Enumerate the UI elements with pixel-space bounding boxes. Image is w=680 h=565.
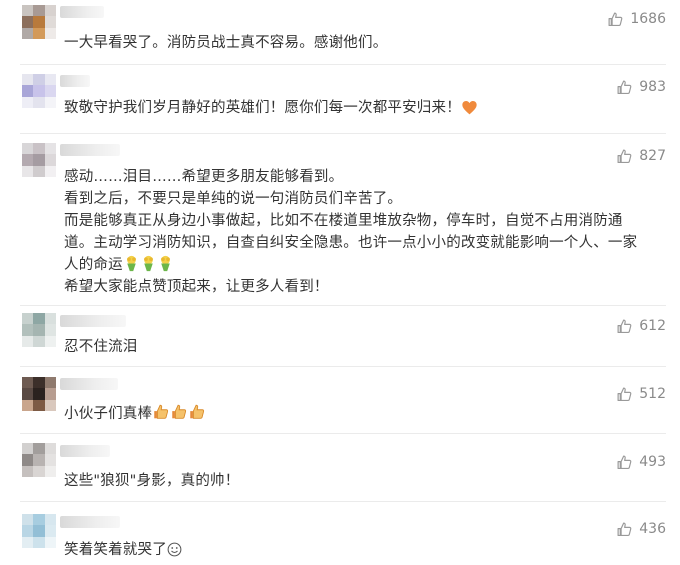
comment-item: 感动……泪目……希望更多朋友能够看到。 看到之后，不要只是单纯的说一句消防员们辛… bbox=[0, 133, 680, 305]
comment-text: 小伙子们真棒 bbox=[64, 403, 650, 425]
comment-list: 一大早看哭了。消防员战士真不容易。感谢他们。 1686 致敬守护我们岁月静好的英… bbox=[0, 0, 680, 565]
comment-text: 这些"狼狈"身影，真的帅！ bbox=[64, 473, 240, 489]
avatar[interactable] bbox=[22, 377, 56, 411]
username-blurred[interactable] bbox=[60, 6, 104, 18]
avatar[interactable] bbox=[22, 443, 56, 477]
thumbs-up-icon bbox=[617, 522, 632, 536]
avatar[interactable] bbox=[22, 5, 56, 39]
comment-text: 笑着笑着就哭了 bbox=[64, 539, 650, 564]
thumbs-up-icon bbox=[608, 12, 623, 26]
like-button[interactable]: 512 bbox=[616, 384, 666, 404]
like-button[interactable]: 827 bbox=[616, 146, 666, 166]
like-count: 436 bbox=[639, 521, 666, 537]
bouquet-emoji-group bbox=[123, 255, 174, 273]
username-blurred[interactable] bbox=[60, 144, 120, 156]
like-button[interactable]: 612 bbox=[616, 316, 666, 336]
like-button[interactable]: 493 bbox=[616, 452, 666, 472]
smiley-emoji bbox=[167, 542, 182, 564]
thumbs-up-icon bbox=[617, 80, 632, 94]
comment-item: 一大早看哭了。消防员战士真不容易。感谢他们。 1686 bbox=[0, 0, 680, 64]
like-button[interactable]: 1686 bbox=[607, 9, 666, 29]
comment-item: 致敬守护我们岁月静好的英雄们！愿你们每一次都平安归来！ 983 bbox=[0, 64, 680, 133]
orange-heart-emoji bbox=[461, 100, 478, 122]
avatar[interactable] bbox=[22, 514, 56, 548]
username-blurred[interactable] bbox=[60, 315, 126, 327]
thumbs-up-icon bbox=[617, 455, 632, 469]
comment-text: 感动……泪目……希望更多朋友能够看到。 看到之后，不要只是单纯的说一句消防员们辛… bbox=[64, 169, 638, 295]
like-count: 827 bbox=[639, 148, 666, 164]
comment-text: 致敬守护我们岁月静好的英雄们！愿你们每一次都平安归来！ bbox=[64, 97, 650, 122]
like-count: 1686 bbox=[630, 11, 666, 27]
comment-item: 笑着笑着就哭了 436 bbox=[0, 501, 680, 565]
comment-item: 这些"狼狈"身影，真的帅！ 493 bbox=[0, 433, 680, 501]
like-button[interactable]: 983 bbox=[616, 77, 666, 97]
username-blurred[interactable] bbox=[60, 75, 90, 87]
like-count: 612 bbox=[639, 318, 666, 334]
like-count: 983 bbox=[639, 79, 666, 95]
like-count: 493 bbox=[639, 454, 666, 470]
thumbs-up-icon bbox=[617, 387, 632, 401]
thumbs-up-emoji-group bbox=[152, 404, 206, 422]
username-blurred[interactable] bbox=[60, 378, 118, 390]
username-blurred[interactable] bbox=[60, 445, 110, 457]
comment-item: 忍不住流泪 612 bbox=[0, 305, 680, 366]
avatar[interactable] bbox=[22, 143, 56, 177]
thumbs-up-icon bbox=[617, 319, 632, 333]
thumbs-up-icon bbox=[617, 149, 632, 163]
like-count: 512 bbox=[639, 386, 666, 402]
like-button[interactable]: 436 bbox=[616, 519, 666, 539]
comment-text: 一大早看哭了。消防员战士真不容易。感谢他们。 bbox=[64, 35, 388, 51]
comment-item: 小伙子们真棒 512 bbox=[0, 366, 680, 433]
comment-text: 忍不住流泪 bbox=[64, 339, 138, 355]
avatar[interactable] bbox=[22, 74, 56, 108]
username-blurred[interactable] bbox=[60, 516, 120, 528]
avatar[interactable] bbox=[22, 313, 56, 347]
